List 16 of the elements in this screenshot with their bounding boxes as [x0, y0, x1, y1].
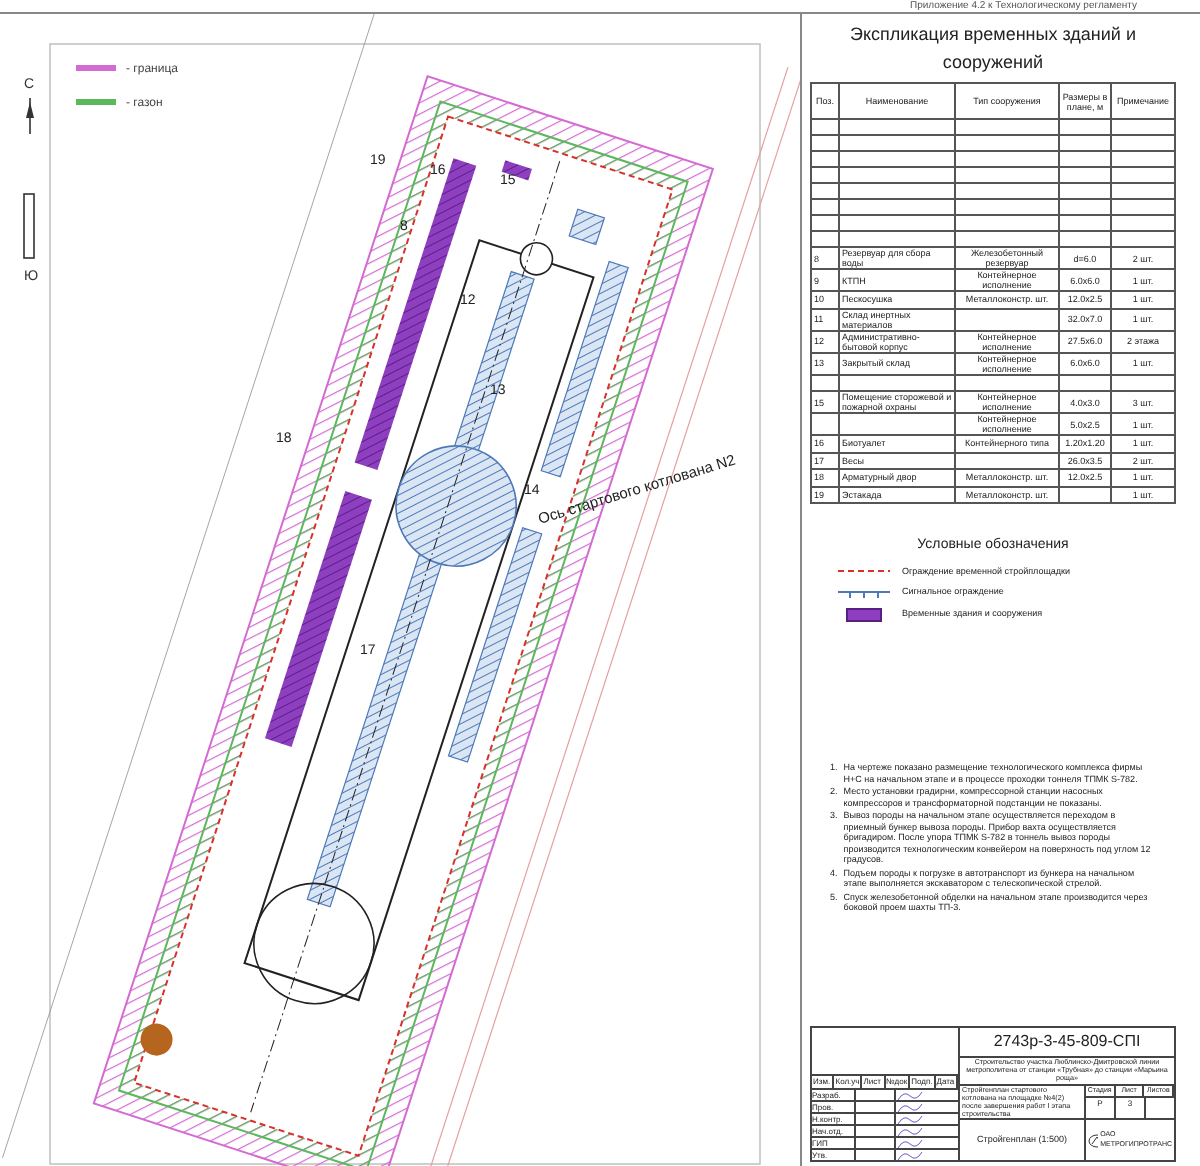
empty-cell: [1060, 375, 1112, 392]
empty-cell: [840, 375, 956, 392]
signal-fence-icon: [838, 588, 890, 599]
empty-cell: [956, 309, 1060, 331]
document-code: 2743р-3-45-809-СПI: [960, 1028, 1174, 1058]
hatched-swatch: [846, 608, 882, 622]
table-title: Экспликация временных зданий и сооружений: [848, 22, 1138, 76]
empty-cell: [956, 453, 1060, 470]
empty-cell: [840, 414, 956, 436]
empty-cell: [956, 375, 1060, 392]
scale-bar: [23, 193, 35, 259]
north-arrow-icon: [26, 97, 34, 135]
fence-line-icon: [838, 566, 890, 577]
empty-cell: [1112, 375, 1176, 392]
empty-cell: [1060, 487, 1112, 504]
company-logo-icon: [1088, 1133, 1099, 1148]
